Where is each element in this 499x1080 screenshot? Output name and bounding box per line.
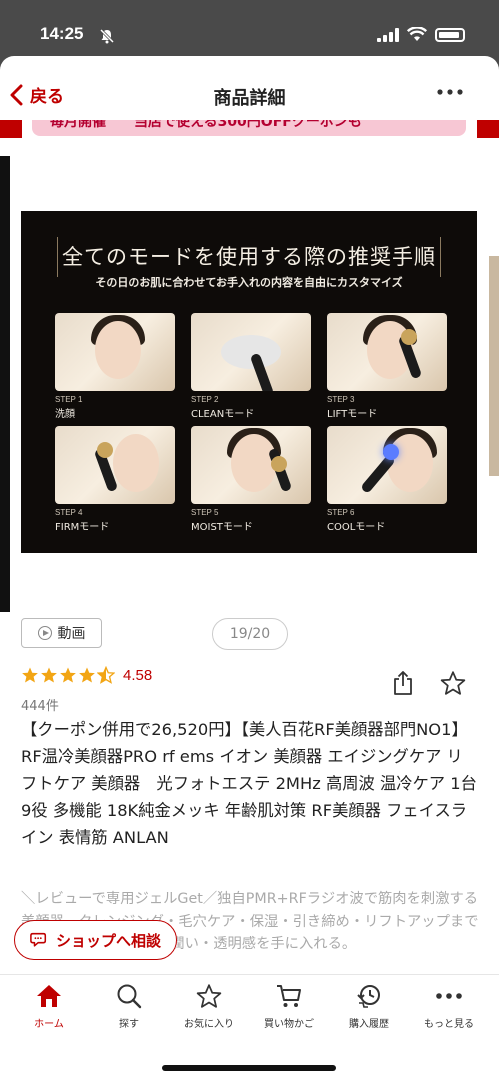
tab-purchase-history[interactable]: 購入履歴 xyxy=(329,983,409,1030)
star-half-icon xyxy=(97,666,115,684)
product-image[interactable]: 全てのモードを使用する際の推奨手順 その日のお肌に合わせてお手入れの内容を自由に… xyxy=(21,211,477,553)
history-icon xyxy=(357,985,380,1008)
bottom-tab-bar: ホーム 探す お気に入り 買い物かご 購入履歴 もっと見る xyxy=(0,974,499,1080)
favorite-star-icon[interactable] xyxy=(440,670,466,696)
star-filled-icon xyxy=(60,667,76,683)
star-icon xyxy=(196,984,222,1008)
step-card: STEP 1 洗顔 xyxy=(55,313,175,420)
step-card: STEP 4 FIRMモード xyxy=(55,426,175,533)
star-filled-icon xyxy=(79,667,95,683)
wifi-icon xyxy=(407,27,427,41)
step-photo-lift xyxy=(327,313,447,391)
star-filled-icon xyxy=(22,667,38,683)
bell-slash-icon xyxy=(99,28,115,44)
play-icon xyxy=(37,626,52,640)
step-name: CLEANモード xyxy=(191,409,255,420)
cart-icon xyxy=(277,985,301,1007)
banner-edge-right xyxy=(477,120,499,138)
home-icon xyxy=(37,985,61,1007)
step-photo-moist xyxy=(191,426,311,504)
rating-value: 4.58 xyxy=(123,666,153,684)
home-indicator xyxy=(162,1065,336,1071)
tab-label: ホーム xyxy=(34,1019,64,1030)
step-card: STEP 6 COOLモード xyxy=(327,426,447,533)
video-button[interactable]: 動画 xyxy=(21,618,102,648)
shop-consult-label: ショップへ相談 xyxy=(55,931,161,950)
battery-icon xyxy=(435,27,465,42)
step-photo-firm xyxy=(55,426,175,504)
cellular-icon xyxy=(377,27,399,42)
step-photo-cool xyxy=(327,426,447,504)
step-number: STEP 3 xyxy=(327,395,355,404)
step-number: STEP 2 xyxy=(191,395,219,404)
banner-edge-left xyxy=(0,120,22,138)
step-number: STEP 6 xyxy=(327,508,355,517)
tab-label: もっと見る xyxy=(424,1019,474,1030)
rating-row[interactable]: 4.58 xyxy=(21,666,152,684)
step-name: LIFTモード xyxy=(327,409,378,420)
share-icon[interactable] xyxy=(392,670,414,696)
chat-icon xyxy=(30,932,47,947)
coupon-banner-text: 毎月開催 当店で使える300円OFFクーポンも xyxy=(32,120,466,136)
shop-consult-button[interactable]: ショップへ相談 xyxy=(14,920,177,960)
search-icon xyxy=(117,984,142,1009)
step-name: FIRMモード xyxy=(55,522,110,533)
product-detail-sheet: 戻る 商品詳細 毎月開催 当店で使える300円OFFクーポンも 全てのモードを使… xyxy=(0,56,499,1080)
image-subheadline: その日のお肌に合わせてお手入れの内容を自由にカスタマイズ xyxy=(95,276,403,289)
tab-label: 買い物かご xyxy=(264,1019,314,1030)
product-title: 【クーポン併用で26,520円】【美人百花RF美顔器部門NO1】RF温冷美顔器P… xyxy=(21,720,477,847)
step-number: STEP 4 xyxy=(55,508,83,517)
step-name: MOISTモード xyxy=(191,522,253,533)
tab-cart[interactable]: 買い物かご xyxy=(249,983,329,1030)
image-counter: 19/20 xyxy=(212,618,288,650)
step-card: STEP 3 LIFTモード xyxy=(327,313,447,420)
star-filled-icon xyxy=(41,667,57,683)
tab-label: お気に入り xyxy=(184,1019,234,1030)
step-number: STEP 1 xyxy=(55,395,83,404)
video-label: 動画 xyxy=(57,626,86,642)
nav-header: 戻る 商品詳細 xyxy=(0,56,499,122)
tab-more[interactable]: もっと見る xyxy=(409,983,489,1030)
step-photo-clean xyxy=(191,313,311,391)
previous-image-peek[interactable] xyxy=(0,156,10,612)
step-card: STEP 2 CLEANモード xyxy=(191,313,311,420)
status-bar: 14:25 xyxy=(0,0,499,56)
tab-favorites[interactable]: お気に入り xyxy=(169,983,249,1030)
step-card: STEP 5 MOISTモード xyxy=(191,426,311,533)
tab-search[interactable]: 探す xyxy=(89,983,169,1030)
status-time: 14:25 xyxy=(40,24,84,43)
step-name: 洗顔 xyxy=(55,409,75,420)
image-gallery[interactable]: 全てのモードを使用する際の推奨手順 その日のお肌に合わせてお手入れの内容を自由に… xyxy=(0,156,499,616)
more-options-icon[interactable] xyxy=(437,89,463,95)
rating-stars xyxy=(21,666,115,684)
coupon-banner[interactable]: 毎月開催 当店で使える300円OFFクーポンも xyxy=(0,120,499,138)
tab-label: 購入履歴 xyxy=(349,1019,389,1030)
page-title: 商品詳細 xyxy=(213,88,286,109)
image-headline: 全てのモードを使用する際の推奨手順 xyxy=(57,237,441,277)
step-number: STEP 5 xyxy=(191,508,219,517)
tab-label: 探す xyxy=(119,1019,139,1030)
steps-grid: STEP 1 洗顔 STEP 2 CLEANモード STEP 3 LIFTモード… xyxy=(55,313,447,533)
step-photo-wash xyxy=(55,313,175,391)
next-image-peek[interactable] xyxy=(489,256,499,476)
more-icon xyxy=(436,993,462,999)
review-count[interactable]: 444件 xyxy=(21,695,59,714)
tab-home[interactable]: ホーム xyxy=(9,983,89,1030)
step-name: COOLモード xyxy=(327,522,386,533)
